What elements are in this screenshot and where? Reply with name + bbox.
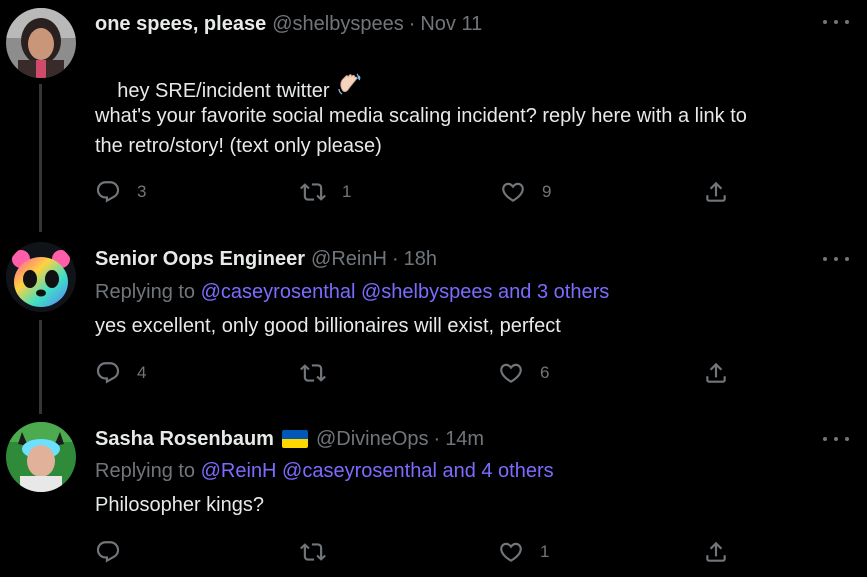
ukraine-flag-icon <box>281 430 308 448</box>
retweet-icon <box>300 179 326 205</box>
replying-to: Replying to @caseyrosenthal @shelbyspees… <box>95 281 609 304</box>
avatar-photo-icon <box>6 8 76 78</box>
reply-count: 3 <box>137 182 147 201</box>
share-button[interactable] <box>703 539 729 565</box>
display-name[interactable]: Sasha Rosenbaum <box>95 428 274 451</box>
retweet-button[interactable] <box>300 360 342 386</box>
timestamp[interactable]: 18h <box>404 248 437 271</box>
reply-icon <box>95 179 121 205</box>
reply-button[interactable]: 4 <box>95 360 146 386</box>
share-icon <box>703 179 729 205</box>
like-icon <box>498 539 524 565</box>
avatar[interactable] <box>6 8 76 78</box>
tweet-text: what's your favorite social media scalin… <box>95 105 747 157</box>
panda-avatar-icon <box>6 242 76 312</box>
timestamp[interactable]: Nov 11 <box>420 13 482 36</box>
like-count: 1 <box>540 542 550 561</box>
share-button[interactable] <box>703 360 729 386</box>
retweet-button[interactable]: 1 <box>300 179 351 205</box>
more-icon[interactable] <box>823 16 849 28</box>
display-name[interactable]: one spees, please <box>95 13 266 36</box>
share-icon <box>703 539 729 565</box>
more-icon[interactable] <box>823 253 849 265</box>
timestamp[interactable]: 14m <box>445 428 484 451</box>
more-icon[interactable] <box>823 433 849 445</box>
replying-to-mentions[interactable]: @caseyrosenthal @shelbyspees and 3 other… <box>201 281 610 303</box>
user-handle[interactable]: @shelbyspees <box>272 13 403 36</box>
avatar[interactable] <box>6 242 76 312</box>
retweet-icon <box>300 360 326 386</box>
avatar[interactable] <box>6 422 76 492</box>
avatar-photo-icon <box>6 422 76 492</box>
tweet-text: hey SRE/incident twitter <box>117 80 330 102</box>
display-name[interactable]: Senior Oops Engineer <box>95 248 305 271</box>
user-handle[interactable]: @ReinH <box>311 248 387 271</box>
reply-button[interactable]: 3 <box>95 179 146 205</box>
like-button[interactable]: 9 <box>500 179 551 205</box>
tweet-text: Philosopher kings? <box>95 494 264 516</box>
tweet[interactable]: Sasha Rosenbaum @DivineOps · 14m Replyin… <box>0 412 867 577</box>
tweet-text-line1: hey SRE/incident twitter <box>95 41 855 102</box>
like-count: 9 <box>542 182 552 201</box>
reply-button[interactable] <box>95 539 137 565</box>
replying-to-mentions[interactable]: @ReinH @caseyrosenthal and 4 others <box>201 460 554 482</box>
like-icon <box>500 179 526 205</box>
reply-icon <box>95 539 121 565</box>
tweet-text: yes excellent, only good billionaires wi… <box>95 315 561 337</box>
like-button[interactable]: 1 <box>498 539 549 565</box>
separator-dot: · <box>408 12 416 35</box>
tweet[interactable]: one spees, please @shelbyspees · Nov 11 … <box>0 0 867 230</box>
replying-to-prefix: Replying to <box>95 460 201 482</box>
reply-icon <box>95 360 121 386</box>
reply-count: 4 <box>137 363 147 382</box>
user-handle[interactable]: @DivineOps <box>316 428 429 451</box>
tweet[interactable]: Senior Oops Engineer @ReinH · 18h Replyi… <box>0 232 867 410</box>
retweet-button[interactable] <box>300 539 342 565</box>
retweet-count: 1 <box>342 182 352 201</box>
separator-dot: · <box>433 427 441 450</box>
replying-to: Replying to @ReinH @caseyrosenthal and 4… <box>95 460 554 483</box>
share-icon <box>703 360 729 386</box>
like-count: 6 <box>540 363 550 382</box>
separator-dot: · <box>391 247 399 270</box>
retweet-icon <box>300 539 326 565</box>
like-button[interactable]: 6 <box>498 360 549 386</box>
share-button[interactable] <box>703 179 729 205</box>
like-icon <box>498 360 524 386</box>
replying-to-prefix: Replying to <box>95 281 201 303</box>
